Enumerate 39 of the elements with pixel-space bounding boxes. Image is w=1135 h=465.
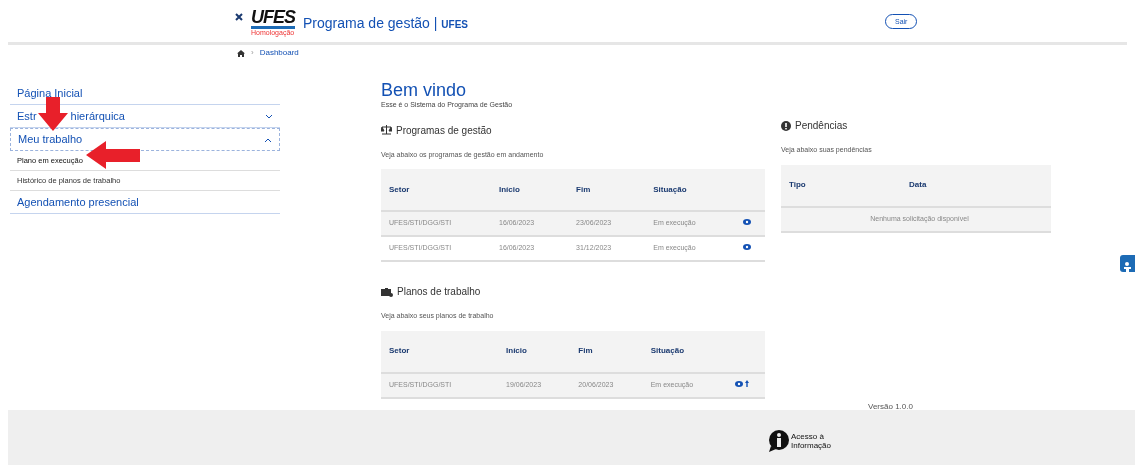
chevron-down-icon bbox=[265, 113, 273, 119]
upload-icon[interactable] bbox=[745, 380, 750, 388]
eye-icon[interactable] bbox=[735, 380, 744, 387]
arrow-icon bbox=[86, 141, 140, 169]
close-icon[interactable] bbox=[235, 13, 243, 21]
column-header: Setor bbox=[381, 330, 498, 373]
column-header: Fim bbox=[570, 330, 643, 373]
column-header: Situação bbox=[645, 169, 736, 211]
column-header: Tipo bbox=[781, 164, 901, 207]
app-title: Programa de gestão | bbox=[303, 15, 439, 31]
welcome-title: Bem vindo bbox=[381, 80, 468, 100]
menu-label: Meu trabalho bbox=[18, 133, 83, 146]
column-header: Início bbox=[491, 169, 569, 211]
column-header: Situação bbox=[642, 330, 728, 373]
section-title: Programas de gestão bbox=[396, 123, 492, 138]
column-header: Início bbox=[498, 330, 571, 373]
menu-label: Estr bbox=[17, 109, 37, 122]
column-header: Fim bbox=[568, 169, 646, 211]
alert-icon bbox=[781, 120, 791, 131]
eye-icon[interactable] bbox=[743, 219, 752, 226]
menu-label: hierárquica bbox=[70, 109, 125, 122]
section-title: Pendências bbox=[795, 119, 848, 133]
section-title: Planos de trabalho bbox=[397, 285, 481, 299]
briefcase-icon bbox=[381, 286, 393, 297]
sidebar-item[interactable]: Agendamento presencial bbox=[10, 191, 280, 214]
scale-icon bbox=[381, 125, 392, 135]
info-icon[interactable] bbox=[769, 430, 789, 452]
column-header: Setor bbox=[381, 169, 491, 211]
breadcrumb-separator: › bbox=[251, 47, 254, 59]
chevron-up-icon bbox=[264, 136, 272, 143]
column-header: Data bbox=[901, 164, 1051, 207]
breadcrumb-link[interactable]: Dashboard bbox=[259, 47, 299, 59]
accessibility-icon[interactable] bbox=[1120, 255, 1135, 272]
eye-icon[interactable] bbox=[743, 244, 752, 251]
app-subtitle: UFES bbox=[441, 19, 468, 30]
access-info-link[interactable]: Acesso à Informação bbox=[791, 432, 839, 450]
home-icon[interactable] bbox=[237, 49, 245, 57]
arrow-icon bbox=[38, 97, 68, 131]
version-text: Versão 1.0.0 bbox=[868, 401, 913, 413]
